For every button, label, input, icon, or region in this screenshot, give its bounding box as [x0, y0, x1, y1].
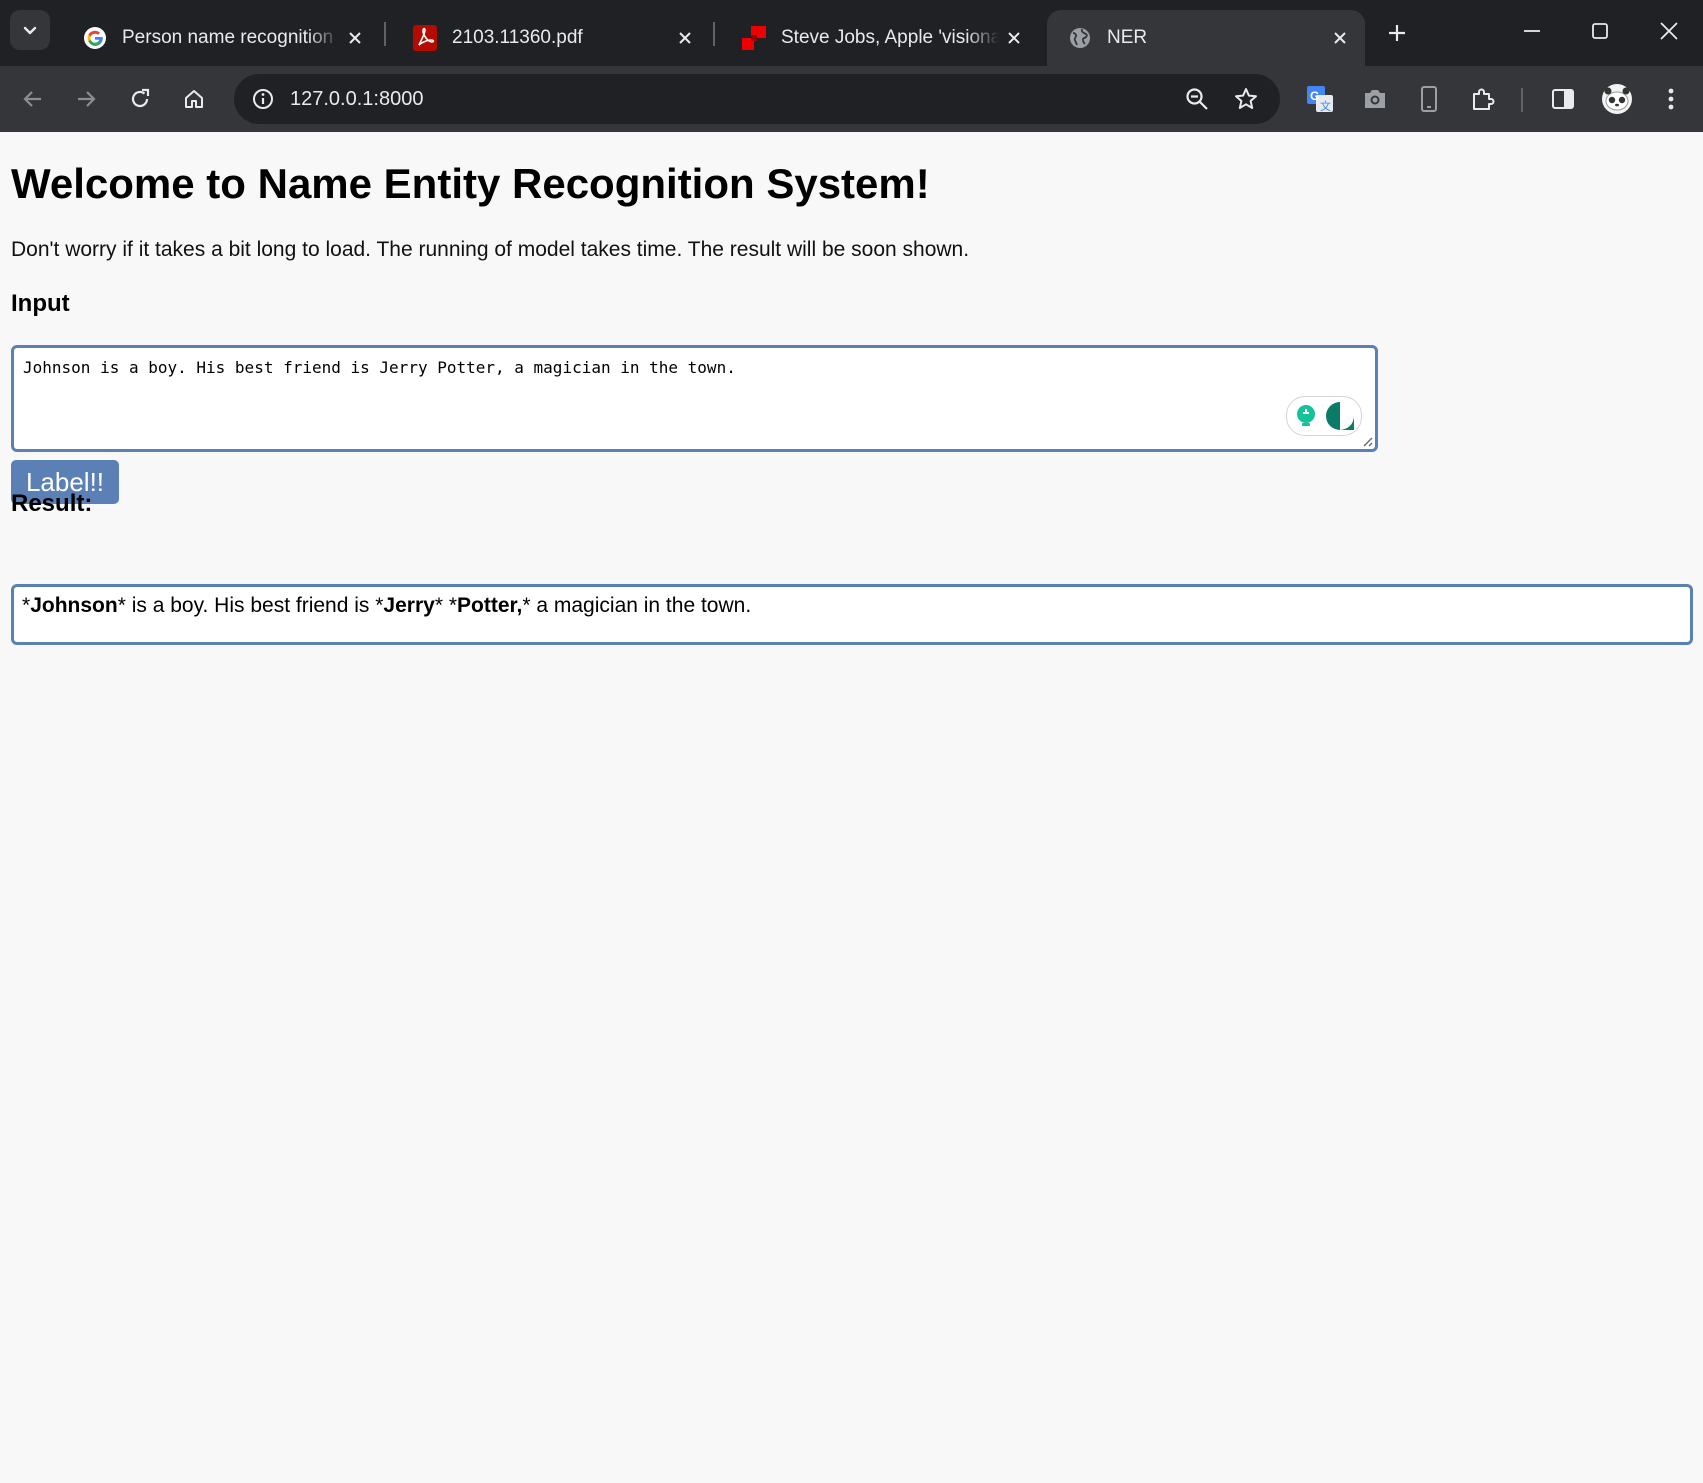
recognized-entity: Jerry	[383, 594, 435, 617]
back-button[interactable]	[12, 78, 54, 120]
close-tab-icon[interactable]	[999, 23, 1029, 53]
address-url[interactable]: 127.0.0.1:8000	[290, 74, 423, 124]
page-title: Welcome to Name Entity Recognition Syste…	[11, 160, 930, 207]
minimize-icon	[1524, 30, 1540, 32]
svg-text:G: G	[1310, 89, 1319, 103]
pdf-icon	[412, 25, 438, 51]
site-info-icon[interactable]	[246, 82, 280, 116]
input-text: Johnson is a boy. His best friend is Jer…	[23, 358, 736, 377]
close-tab-icon[interactable]	[1325, 23, 1355, 53]
forward-button[interactable]	[65, 78, 107, 120]
address-bar[interactable]: 127.0.0.1:8000	[234, 74, 1280, 124]
result-text: * *	[434, 594, 457, 617]
google-icon	[82, 25, 108, 51]
resize-handle-icon[interactable]	[1359, 433, 1373, 447]
chevron-down-icon	[23, 26, 37, 35]
news-site-icon	[741, 25, 767, 51]
zoom-icon[interactable]	[1180, 82, 1214, 116]
profile-avatar[interactable]	[1596, 78, 1638, 120]
tab-title: Steve Jobs, Apple 'visionary'	[781, 27, 999, 48]
home-button[interactable]	[173, 78, 215, 120]
result-text: *	[22, 594, 31, 617]
chrome-menu-icon[interactable]	[1650, 78, 1692, 120]
side-panel-icon[interactable]	[1542, 78, 1584, 120]
tab-search-button[interactable]	[10, 10, 50, 50]
tab-separator	[384, 22, 386, 46]
maximize-button[interactable]	[1572, 8, 1628, 54]
grammarly-widget[interactable]	[1286, 396, 1362, 436]
home-icon	[185, 90, 203, 108]
svg-text:文: 文	[1320, 99, 1331, 113]
bookmark-star-icon[interactable]	[1229, 82, 1263, 116]
input-heading: Input	[11, 290, 70, 317]
loading-note: Don't worry if it takes a bit long to lo…	[11, 238, 970, 261]
arrow-right-icon	[78, 91, 96, 107]
tab-title: 2103.11360.pdf	[452, 27, 583, 48]
phone-device-icon[interactable]	[1408, 78, 1450, 120]
result-heading: Result:	[11, 490, 93, 517]
close-tab-icon[interactable]	[340, 23, 370, 53]
recognized-entity: Potter,	[457, 594, 523, 617]
extensions-puzzle-icon[interactable]	[1462, 78, 1504, 120]
result-text: * a magician in the town.	[522, 594, 752, 617]
grammarly-icon	[1326, 402, 1354, 430]
result-text: * is a boy. His best friend is *	[117, 594, 384, 617]
browser-toolbar: 127.0.0.1:8000 G文	[0, 66, 1703, 132]
minimize-button[interactable]	[1504, 8, 1560, 54]
tab-separator	[713, 22, 715, 46]
tab-news-article[interactable]: Steve Jobs, Apple 'visionary'	[721, 10, 1039, 66]
google-translate-icon[interactable]: G文	[1299, 78, 1341, 120]
reload-button[interactable]	[119, 78, 161, 120]
browser-tab-strip: Person name recognition - Google 2103.11…	[0, 0, 1703, 66]
tab-title: NER	[1107, 27, 1148, 48]
close-window-button[interactable]	[1641, 8, 1697, 54]
toolbar-separator	[1521, 88, 1523, 112]
input-textarea[interactable]: Johnson is a boy. His best friend is Jer…	[11, 345, 1378, 452]
tab-ner-active[interactable]: NER	[1047, 10, 1365, 66]
close-tab-icon[interactable]	[670, 23, 700, 53]
reload-icon	[131, 88, 150, 108]
new-tab-button[interactable]	[1380, 16, 1414, 50]
page-content: Welcome to Name Entity Recognition Syste…	[0, 132, 1703, 1483]
camera-extension-icon[interactable]	[1354, 78, 1396, 120]
close-icon	[1660, 22, 1678, 40]
result-output: *Johnson* is a boy. His best friend is *…	[11, 584, 1693, 645]
maximize-icon	[1592, 23, 1608, 39]
globe-icon	[1067, 25, 1093, 51]
tab-google-search[interactable]: Person name recognition - Google	[62, 10, 380, 66]
tab-pdf[interactable]: 2103.11360.pdf	[392, 10, 710, 66]
lightbulb-icon	[1297, 405, 1315, 426]
tab-title: Person name recognition - Google	[122, 27, 340, 48]
recognized-entity: Johnson	[30, 594, 118, 617]
arrow-left-icon	[23, 91, 41, 107]
plus-icon	[1389, 25, 1405, 41]
